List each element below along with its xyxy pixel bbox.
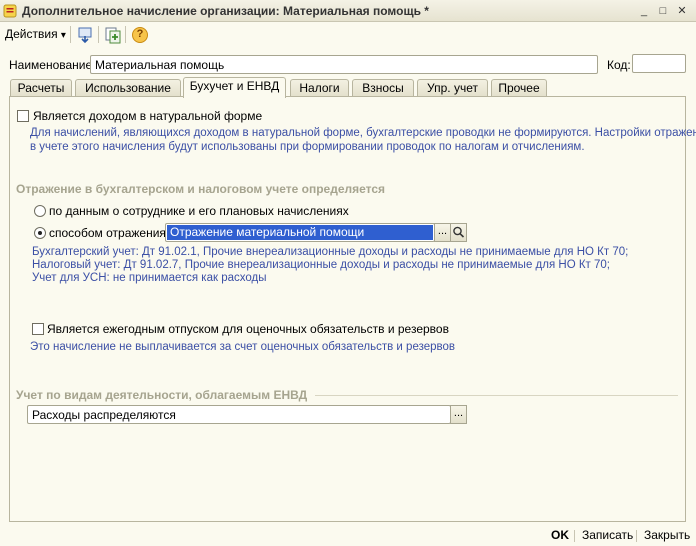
tab-accounting-envd[interactable]: Бухучет и ЕНВД <box>183 77 286 98</box>
tab-other[interactable]: Прочее <box>491 79 547 97</box>
natural-form-label: Является доходом в натуральной форме <box>33 109 263 123</box>
annual-vacation-label: Является ежегодным отпуском для оценочны… <box>47 322 449 336</box>
help-glyph: ? <box>136 28 144 40</box>
search-icon[interactable] <box>450 223 467 242</box>
close-window-icon[interactable]: ✕ <box>674 3 690 19</box>
copy-document-icon[interactable] <box>104 26 122 44</box>
save-button[interactable]: Записать <box>582 528 633 542</box>
radio-by-method-label: способом отражения: <box>49 226 170 240</box>
close-button[interactable]: Закрыть <box>644 528 690 542</box>
toolbar-separator <box>70 26 71 43</box>
name-row: Наименование: Материальная помощь Код: <box>0 53 696 75</box>
actions-menu-button[interactable]: Действия ▾ <box>5 27 66 41</box>
envd-select-button[interactable]: ... <box>450 405 467 424</box>
tab-usage[interactable]: Использование <box>75 79 181 97</box>
radio-selected-dot <box>38 231 42 235</box>
footer: OK Записать Закрыть <box>0 524 696 546</box>
tab-calculations[interactable]: Расчеты <box>10 79 72 97</box>
tax-accounting-line: Налоговый учет: Дт 91.02.7, Прочие внере… <box>32 259 610 271</box>
footer-separator <box>574 530 575 542</box>
chevron-down-icon: ▾ <box>60 30 66 41</box>
tab-management-accounting[interactable]: Упр. учет <box>417 79 488 97</box>
envd-section-divider <box>315 395 678 396</box>
radio-by-employee-label: по данным о сотруднике и его плановых на… <box>49 204 349 218</box>
actions-label: Действия <box>5 27 58 41</box>
footer-separator <box>636 530 637 542</box>
maximize-icon[interactable]: □ <box>655 3 671 19</box>
natural-form-note-line-1: Для начислений, являющихся доходом в нат… <box>30 127 696 139</box>
title-bar: Дополнительное начисление организации: М… <box>0 0 696 22</box>
radio-by-employee[interactable] <box>34 205 46 217</box>
tab-taxes[interactable]: Налоги <box>290 79 349 97</box>
natural-form-checkbox[interactable] <box>17 110 29 122</box>
annual-vacation-checkbox[interactable] <box>32 323 44 335</box>
reflection-method-value: Отражение материальной помощи <box>167 225 433 240</box>
name-input[interactable]: Материальная помощь <box>90 55 598 74</box>
help-icon[interactable]: ? <box>131 26 149 44</box>
usn-accounting-line: Учет для УСН: не принимается как расходы <box>32 272 267 284</box>
name-label: Наименование: <box>9 58 96 72</box>
ok-button[interactable]: OK <box>551 528 569 542</box>
radio-by-method[interactable] <box>34 227 46 239</box>
reflection-method-input[interactable]: Отражение материальной помощи <box>165 223 435 242</box>
code-label: Код: <box>607 58 631 72</box>
natural-form-note-line-2: в учете этого начисления будут использов… <box>30 141 585 153</box>
code-input[interactable] <box>632 54 686 73</box>
annual-vacation-note: Это начисление не выплачивается за счет … <box>30 341 456 353</box>
window-title: Дополнительное начисление организации: М… <box>22 4 429 18</box>
envd-distribution-input[interactable]: Расходы распределяются <box>27 405 451 424</box>
envd-section-title: Учет по видам деятельности, облагаемым Е… <box>16 388 308 402</box>
save-and-close-icon[interactable] <box>76 26 94 44</box>
toolbar: Действия ▾ ? <box>0 22 696 47</box>
reflection-section-title: Отражение в бухгалтерском и налоговом уч… <box>16 182 386 196</box>
app-icon <box>3 4 17 18</box>
tab-panel-accounting: Является доходом в натуральной форме Для… <box>9 96 696 522</box>
accounting-line: Бухгалтерский учет: Дт 91.02.1, Прочие в… <box>32 246 629 258</box>
toolbar-separator <box>125 26 126 43</box>
tab-contributions[interactable]: Взносы <box>352 79 414 97</box>
toolbar-separator <box>98 26 99 43</box>
reflection-method-select-button[interactable]: ... <box>434 223 451 242</box>
minimize-icon[interactable]: _ <box>636 3 652 19</box>
tab-strip: Расчеты Использование Бухучет и ЕНВД Нал… <box>0 77 696 98</box>
